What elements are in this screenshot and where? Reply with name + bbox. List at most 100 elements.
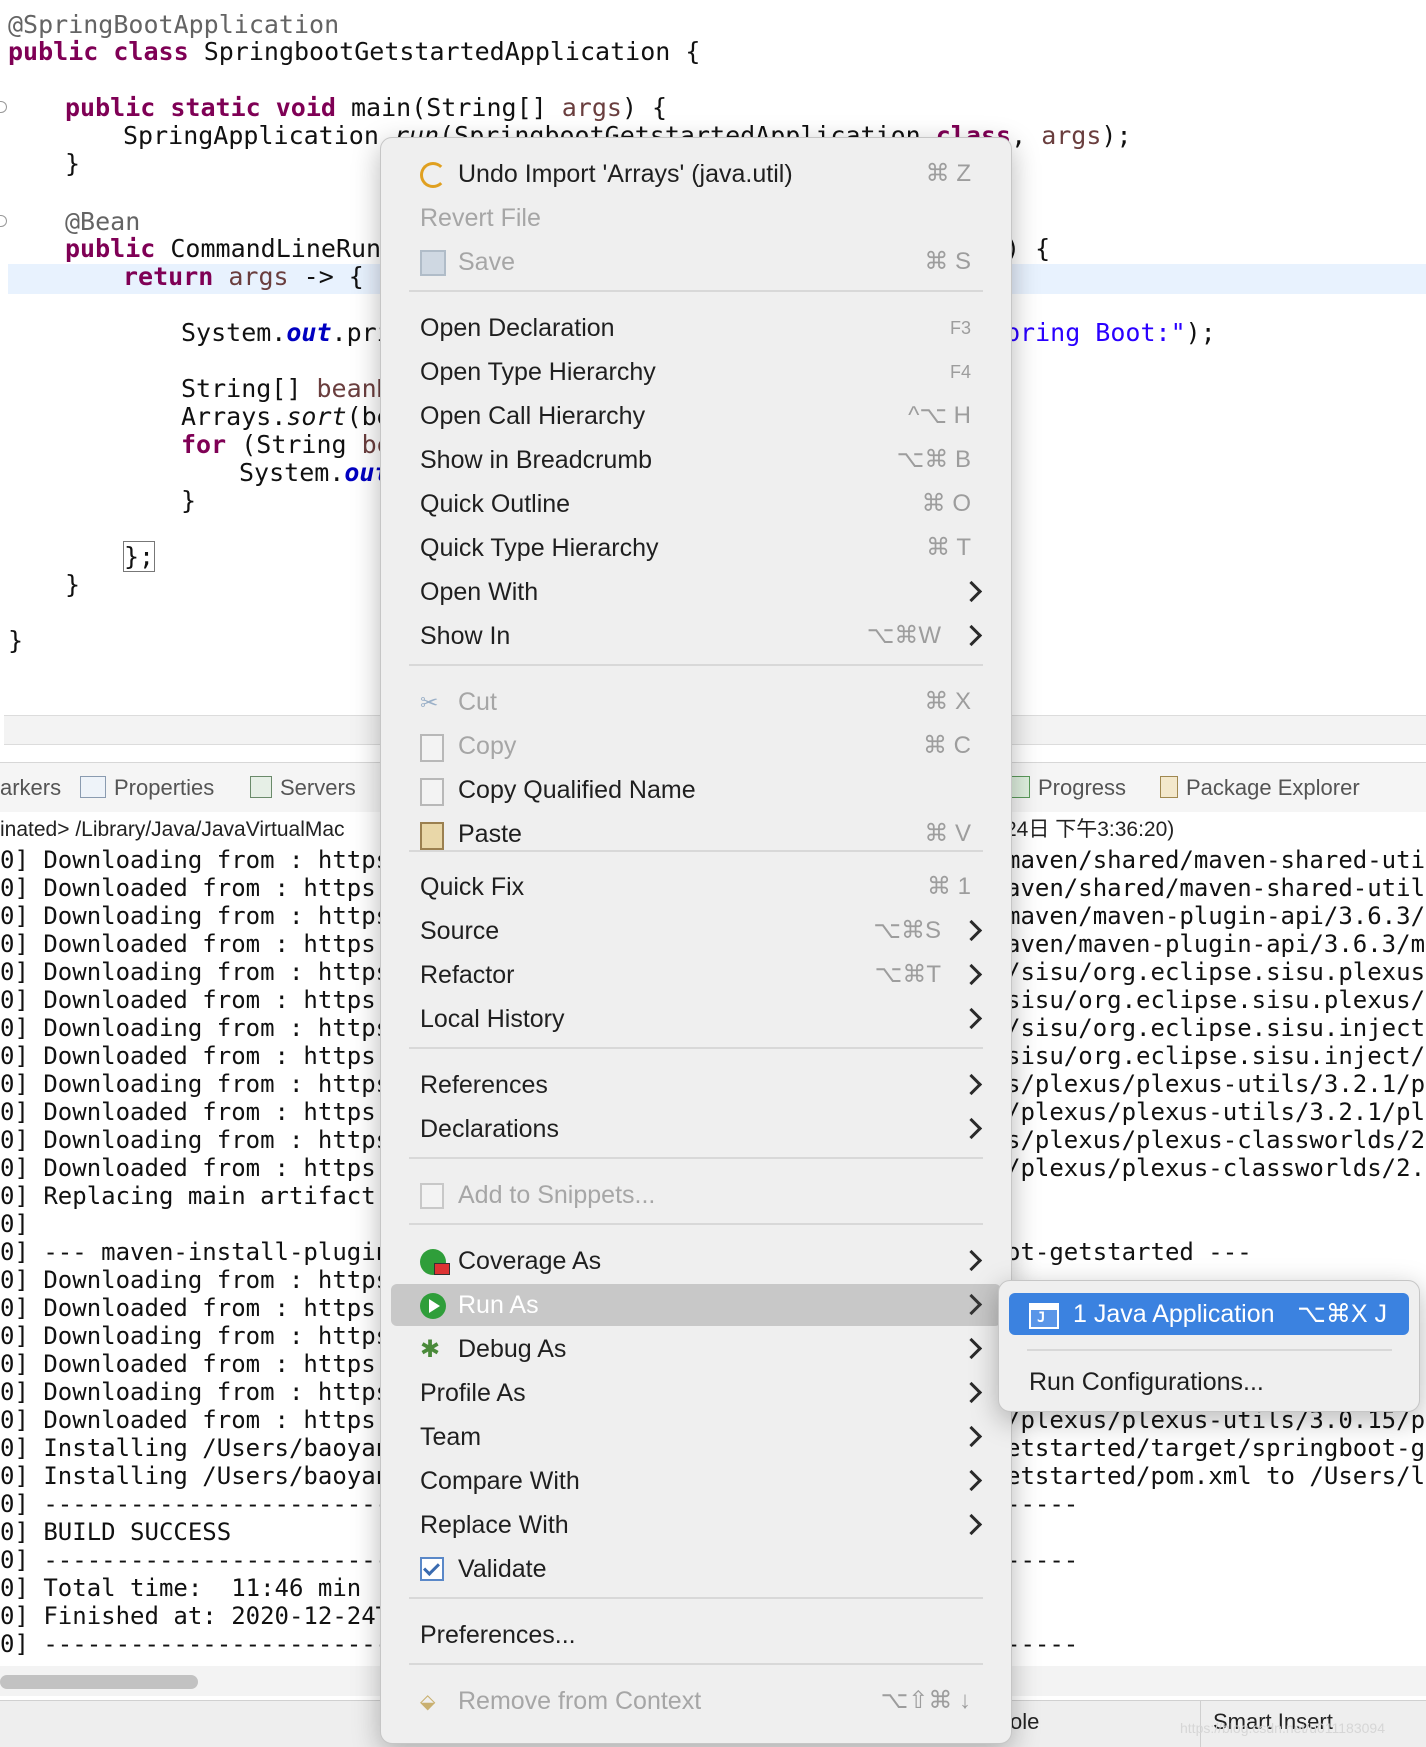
bug-icon: ✱ [420,1336,441,1363]
menu-item-copy-qual[interactable]: Copy Qualified Name [391,769,1001,811]
code-line-sysout: System.out.pri [181,319,392,347]
lambda-arrow: -> { [303,262,364,291]
menu-item-open-call-hier[interactable]: Open Call Hierarchy ^⌥ H [391,395,1001,437]
menu-item-team[interactable]: Team [391,1416,1001,1458]
code-line-main-close: } [65,149,81,178]
menu-item-breadcrumb[interactable]: Show in Breadcrumb ⌥⌘ B [391,439,1001,481]
menu-item-label: Coverage As [458,1247,602,1275]
menu-item-undo[interactable]: Undo Import 'Arrays' (java.util) ⌘ Z [391,153,1001,195]
chevron-right-icon [960,580,983,603]
menu-item-open-with[interactable]: Open With [391,571,1001,613]
menu-item-remove-ctx[interactable]: ⬙ Remove from Context ⌥⇧⌘ ↓ [391,1680,1001,1722]
menu-item-quick-type-hier[interactable]: Quick Type Hierarchy ⌘ T [391,527,1001,569]
console-line: 0] [0,1210,29,1238]
menu-item-run-as[interactable]: Run As [391,1284,1001,1326]
menu-item-debug-as[interactable]: ✱ Debug As [391,1328,1001,1370]
chevron-right-icon [960,624,983,647]
console-line: 0] Finished at: 2020-12-24T [0,1602,391,1630]
code-annotation-bean: @Bean [65,207,141,236]
keyword-class: class [113,37,189,66]
console-line-right: etstarted/pom.xml to /Users/li [1006,1462,1426,1490]
menu-item-refactor[interactable]: Refactor ⌥⌘T [391,954,1001,996]
menu-item-cut[interactable]: ✂ Cut ⌘ X [391,681,1001,723]
console-line: 0] Downloaded from : https: [0,930,391,958]
menu-item-label: Show in Breadcrumb [420,446,653,474]
menu-item-shortcut: F4 [949,362,971,382]
fold-marker[interactable] [0,101,7,113]
console-line: 0] Downloaded from : https: [0,1350,391,1378]
java-application-item[interactable]: J 1 Java Application ⌥⌘X J [1009,1293,1409,1335]
chevron-right-icon [960,919,983,942]
chevron-right-icon [960,1381,983,1404]
tab-progress[interactable]: Progress [1010,763,1126,813]
menu-item-open-decl[interactable]: Open Declaration F3 [391,307,1001,349]
console-line: 0] ------------------------- [0,1546,405,1574]
tab-servers[interactable]: Servers [250,763,356,813]
console-line: 0] Downloading from : https [0,1378,391,1406]
menu-item-shortcut: ⌘ Z [925,160,971,187]
menu-item-shortcut: ^⌥ H [908,402,971,429]
menu-item-save[interactable]: Save ⌘ S [391,241,1001,283]
menu-item-declarations[interactable]: Declarations [391,1108,1001,1150]
menu-item-revert[interactable]: Revert File [391,197,1001,239]
menu-item-show-in[interactable]: Show In ⌥⌘W [391,615,1001,657]
code-line-string-array: String[] beanN [181,375,392,403]
spring-app: SpringApplication. [123,121,394,150]
menu-item-label: Replace With [420,1511,569,1539]
menu-item-quick-fix[interactable]: Quick Fix ⌘ 1 [391,866,1001,908]
main-close: ) { [621,93,668,122]
console-line: 0] Downloaded from : https: [0,874,391,902]
console-line-right: ----- [1006,1630,1079,1658]
menu-item-replace-with[interactable]: Replace With [391,1504,1001,1546]
chevron-right-icon [960,1337,983,1360]
console-line-right: ----- [1006,1546,1079,1574]
menu-item-local-history[interactable]: Local History [391,998,1001,1040]
menu-item-label: Revert File [420,204,541,232]
menu-item-add-snippets[interactable]: Add to Snippets... [391,1174,1001,1216]
tab-servers-label: Servers [280,775,356,800]
menu-item-quick-outline[interactable]: Quick Outline ⌘ O [391,483,1001,525]
menu-item-copy[interactable]: Copy ⌘ C [391,725,1001,767]
save-icon [420,250,446,276]
tab-properties[interactable]: Properties [80,763,214,813]
tab-progress-label: Progress [1038,775,1127,800]
code-line-class-close: } [8,626,24,655]
console-line-right: ----- [1006,1490,1079,1518]
menu-item-shortcut: ⌘ 1 [926,873,971,900]
menu-item-source[interactable]: Source ⌥⌘S [391,910,1001,952]
console-line-right: maven/shared/maven-shared-util [1006,846,1426,874]
console-line-right: etstarted/target/springboot-ge [1006,1434,1426,1462]
for-decl: (String [241,430,362,459]
console-line-right: aven/shared/maven-shared-utils [1006,874,1426,902]
menu-item-profile-as[interactable]: Profile As [391,1372,1001,1414]
run-configurations-item[interactable]: Run Configurations... [1009,1361,1409,1403]
code-line-sysout-end: pring Boot:"); [1005,319,1216,347]
string-literal: pring Boot:" [1005,318,1186,347]
keyword-return: return [123,262,214,291]
undo-icon [420,162,446,188]
fold-marker[interactable] [0,215,7,227]
console-line: 0] Downloading from : https [0,902,391,930]
menu-item-open-type-hier[interactable]: Open Type Hierarchy F4 [391,351,1001,393]
menu-item-label: Source [420,917,500,945]
console-line-right: s/plexus/plexus-classworlds/2. [1006,1126,1426,1154]
menu-item-label: Compare With [420,1467,580,1495]
menu-item-paste[interactable]: Paste ⌘ V [391,813,1001,855]
tab-package-explorer[interactable]: Package Explorer [1160,763,1360,813]
scrollbar-thumb[interactable] [0,1675,198,1689]
menu-item-coverage-as[interactable]: Coverage As [391,1240,1001,1282]
menu-item-references[interactable]: References [391,1064,1001,1106]
keyword-for: for [181,430,227,459]
menu-item-preferences[interactable]: Preferences... [391,1614,1001,1656]
tab-markers[interactable]: arkers [0,763,61,813]
console-line-right: ot-getstarted --- [1006,1238,1252,1266]
java-application-shortcut: ⌥⌘X J [1297,1300,1387,1328]
remove-context-icon: ⬙ [420,1691,436,1713]
menu-item-label: Declarations [420,1115,559,1143]
menu-item-validate[interactable]: Validate [391,1548,1001,1590]
arrays-class: Arrays. [181,402,287,431]
tab-properties-label: Properties [114,775,215,800]
console-line: 0] ------------------------- [0,1490,405,1518]
menu-item-compare-with[interactable]: Compare With [391,1460,1001,1502]
chevron-right-icon [960,1293,983,1316]
